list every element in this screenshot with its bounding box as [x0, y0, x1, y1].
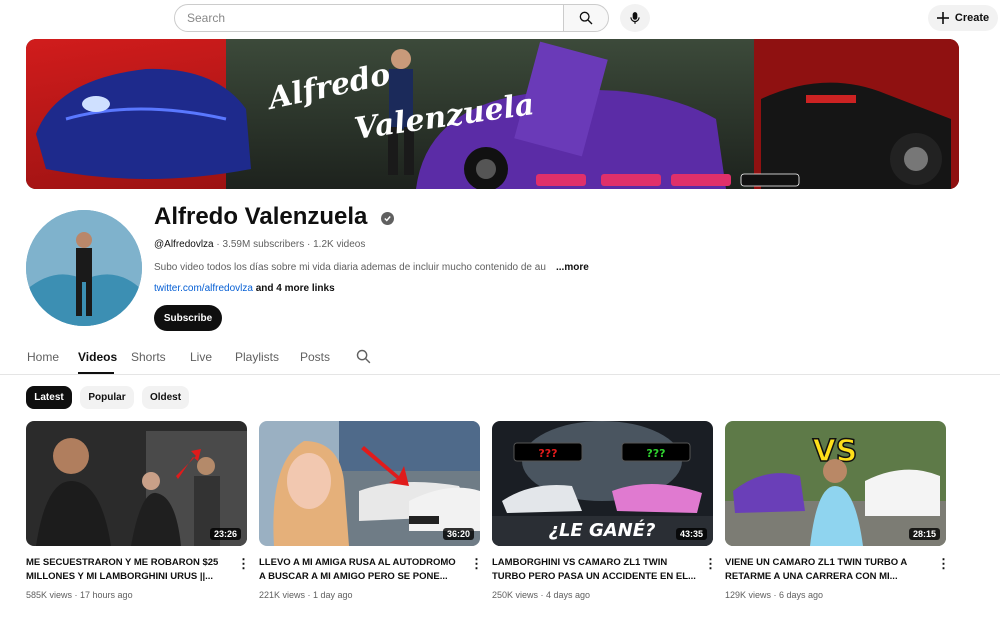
subscriber-count: 3.59M subscribers	[222, 239, 305, 250]
video-age: 6 days ago	[779, 590, 824, 600]
red-question-label: ???	[538, 447, 557, 460]
video-duration: 43:35	[675, 528, 707, 540]
create-label: Create	[954, 12, 990, 24]
search-placeholder: Search	[187, 11, 226, 25]
description-more-link[interactable]: ...more	[556, 262, 589, 273]
more-options-icon[interactable]: ⋮	[237, 556, 250, 572]
channel-avatar[interactable]	[26, 210, 142, 326]
channel-banner: Alfredo Valenzuela	[26, 39, 959, 189]
more-options-icon[interactable]: ⋮	[470, 556, 483, 572]
video-title[interactable]: ME SECUESTRARON Y ME ROBARON $25 MILLONE…	[26, 556, 231, 584]
search-icon	[356, 349, 371, 364]
tab-playlists[interactable]: Playlists	[235, 350, 279, 364]
tabs-divider	[0, 374, 1000, 375]
tab-live[interactable]: Live	[190, 350, 212, 364]
video-meta: 250K views · 4 days ago	[492, 590, 591, 600]
video-meta: 221K views · 1 day ago	[259, 590, 353, 600]
video-age: 1 day ago	[313, 590, 353, 600]
microphone-icon	[630, 12, 640, 24]
video-thumbnail[interactable]: 36:20	[259, 421, 480, 546]
subscribe-button[interactable]: Subscribe	[154, 305, 222, 331]
video-duration: 36:20	[442, 528, 474, 540]
video-title[interactable]: LAMBORGHINI VS CAMARO ZL1 TWIN TURBO PER…	[492, 556, 697, 584]
chip-oldest[interactable]: Oldest	[142, 386, 189, 409]
create-button[interactable]: Create	[928, 5, 998, 31]
avatar-image	[26, 210, 142, 326]
tab-posts[interactable]: Posts	[300, 350, 330, 364]
video-meta: 129K views · 6 days ago	[725, 590, 824, 600]
tab-search-button[interactable]	[355, 348, 372, 370]
green-question-label: ???	[646, 447, 665, 460]
video-views: 129K views	[725, 590, 772, 600]
banner-image: Alfredo Valenzuela	[26, 39, 959, 189]
channel-meta: @Alfredovlza · 3.59M subscribers · 1.2K …	[154, 239, 365, 250]
video-thumbnail[interactable]: VS 28:15	[725, 421, 946, 546]
video-views: 585K views	[26, 590, 73, 600]
video-thumbnail[interactable]: 23:26	[26, 421, 247, 546]
channel-links: twitter.com/alfredovlza and 4 more links	[154, 283, 335, 294]
search-button[interactable]	[563, 4, 609, 32]
channel-handle: @Alfredovlza	[154, 239, 214, 250]
video-count: 1.2K videos	[313, 239, 366, 250]
video-age: 4 days ago	[546, 590, 591, 600]
tab-videos[interactable]: Videos	[78, 350, 117, 364]
video-age: 17 hours ago	[80, 590, 133, 600]
channel-name: Alfredo Valenzuela	[154, 203, 368, 230]
channel-description[interactable]: Subo video todos los días sobre mi vida …	[154, 262, 546, 273]
video-title[interactable]: LLEVO A MI AMIGA RUSA AL AUTODROMO A BUS…	[259, 556, 464, 584]
video-views: 221K views	[259, 590, 306, 600]
video-duration: 28:15	[908, 528, 940, 540]
tab-home[interactable]: Home	[27, 350, 59, 364]
search-icon	[579, 11, 593, 25]
video-views: 250K views	[492, 590, 539, 600]
thumbnail-overlay-text: ¿LE GANÉ?	[549, 519, 656, 541]
chip-latest[interactable]: Latest	[26, 386, 72, 409]
channel-link[interactable]: twitter.com/alfredovlza	[154, 283, 253, 294]
verified-icon	[381, 212, 394, 225]
chip-popular[interactable]: Popular	[80, 386, 134, 409]
video-meta: 585K views · 17 hours ago	[26, 590, 133, 600]
voice-search-button[interactable]	[620, 4, 650, 32]
tab-shorts[interactable]: Shorts	[131, 350, 166, 364]
plus-icon	[936, 12, 949, 24]
more-links-button[interactable]: and 4 more links	[256, 283, 335, 294]
video-thumbnail[interactable]: ??? ??? ¿LE GANÉ? 43:35	[492, 421, 713, 546]
video-duration: 23:26	[209, 528, 241, 540]
more-options-icon[interactable]: ⋮	[704, 556, 717, 572]
more-options-icon[interactable]: ⋮	[937, 556, 950, 572]
search-input[interactable]: Search	[174, 4, 564, 32]
video-title[interactable]: VIENE UN CAMARO ZL1 TWIN TURBO A RETARME…	[725, 556, 930, 584]
